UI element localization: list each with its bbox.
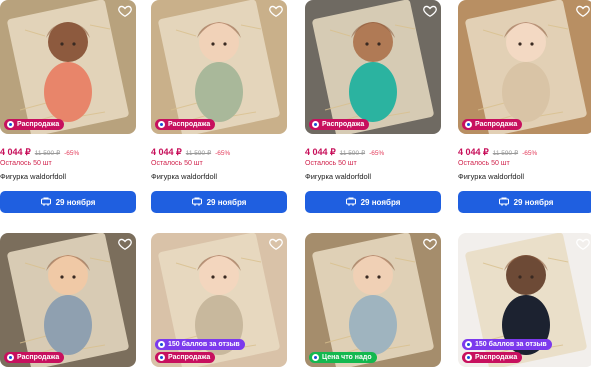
discount: -65% [215, 150, 231, 157]
product-photo[interactable]: 150 баллов за отзыв Распродажа [151, 233, 287, 367]
badge-icon [158, 341, 165, 348]
badge-stack: Цена что надо [309, 352, 377, 363]
product-photo[interactable]: Распродажа [151, 0, 287, 134]
old-price: 11 590 ₽ [34, 150, 61, 157]
discount: -65% [64, 150, 80, 157]
promo-badge: Распродажа [4, 352, 65, 363]
discount: -65% [522, 150, 538, 157]
bag-icon [345, 197, 356, 208]
badge-label: Распродажа [17, 354, 60, 361]
badge-icon [7, 354, 14, 361]
delivery-date-label: 29 ноября [206, 197, 247, 207]
price-row: 4 044 ₽11 590 ₽ -65% [151, 147, 230, 158]
discount: -65% [369, 150, 385, 157]
badge-icon [465, 354, 472, 361]
product-photo[interactable]: Цена что надо [305, 233, 441, 367]
delivery-date-button[interactable]: 29 ноября [458, 191, 591, 213]
product-title[interactable]: Фигурка waldorfdoll [305, 172, 371, 181]
stock-text: Осталось 50 шт [458, 160, 510, 167]
badge-icon [312, 354, 319, 361]
delivery-date-button[interactable]: 29 ноября [151, 191, 287, 213]
badge-stack: Распродажа [4, 119, 65, 130]
price-row: 4 044 ₽11 590 ₽ -65% [305, 147, 384, 158]
badge-stack: Распродажа [155, 119, 216, 130]
old-price: 11 590 ₽ [339, 150, 366, 157]
badge-label: Распродажа [17, 121, 60, 128]
badge-label: 150 баллов за отзыв [475, 341, 547, 348]
bag-icon [40, 197, 51, 208]
badge-icon [312, 121, 319, 128]
heart-icon[interactable] [423, 237, 437, 251]
old-price: 11 590 ₽ [492, 150, 519, 157]
badge-stack: Распродажа [462, 119, 523, 130]
bag-icon [191, 197, 202, 208]
heart-icon[interactable] [576, 4, 590, 18]
badge-stack: Распродажа [309, 119, 370, 130]
product-photo[interactable]: Распродажа [458, 0, 591, 134]
heart-icon[interactable] [269, 4, 283, 18]
current-price: 4 044 ₽ [305, 147, 336, 157]
badge-icon [158, 121, 165, 128]
stock-text: Осталось 50 шт [0, 160, 52, 167]
badge-label: Цена что надо [322, 354, 372, 361]
promo-badge: Распродажа [155, 352, 216, 363]
promo-badge: Распродажа [155, 119, 216, 130]
product-photo[interactable]: Распродажа [0, 233, 136, 367]
promo-badge: Распродажа [309, 119, 370, 130]
heart-icon[interactable] [269, 237, 283, 251]
promo-badge: Распродажа [462, 352, 523, 363]
promo-badge: Распродажа [4, 119, 65, 130]
badge-label: Распродажа [322, 121, 365, 128]
product-title[interactable]: Фигурка waldorfdoll [151, 172, 217, 181]
badge-label: 150 баллов за отзыв [168, 341, 240, 348]
badge-icon [465, 121, 472, 128]
promo-badge: 150 баллов за отзыв [155, 339, 245, 350]
badge-label: Распродажа [475, 121, 518, 128]
stock-text: Осталось 50 шт [305, 160, 357, 167]
promo-badge: 150 баллов за отзыв [462, 339, 552, 350]
heart-icon[interactable] [576, 237, 590, 251]
badge-icon [158, 354, 165, 361]
heart-icon[interactable] [118, 4, 132, 18]
badge-stack: 150 баллов за отзыв Распродажа [462, 339, 552, 363]
delivery-date-button[interactable]: 29 ноября [0, 191, 136, 213]
current-price: 4 044 ₽ [458, 147, 489, 157]
delivery-date-label: 29 ноября [360, 197, 401, 207]
current-price: 4 044 ₽ [0, 147, 31, 157]
old-price: 11 590 ₽ [185, 150, 212, 157]
bag-icon [498, 197, 509, 208]
current-price: 4 044 ₽ [151, 147, 182, 157]
stock-text: Осталось 50 шт [151, 160, 203, 167]
product-photo[interactable]: Распродажа [305, 0, 441, 134]
badge-stack: 150 баллов за отзыв Распродажа [155, 339, 245, 363]
badge-label: Распродажа [475, 354, 518, 361]
badge-label: Распродажа [168, 121, 211, 128]
product-title[interactable]: Фигурка waldorfdoll [458, 172, 524, 181]
heart-icon[interactable] [423, 4, 437, 18]
badge-stack: Распродажа [4, 352, 65, 363]
promo-badge: Распродажа [462, 119, 523, 130]
delivery-date-label: 29 ноября [513, 197, 554, 207]
price-row: 4 044 ₽11 590 ₽ -65% [0, 147, 79, 158]
delivery-date-label: 29 ноября [55, 197, 96, 207]
product-photo[interactable]: 150 баллов за отзыв Распродажа [458, 233, 591, 367]
promo-badge: Цена что надо [309, 352, 377, 363]
badge-label: Распродажа [168, 354, 211, 361]
delivery-date-button[interactable]: 29 ноября [305, 191, 441, 213]
product-title[interactable]: Фигурка waldorfdoll [0, 172, 66, 181]
badge-icon [465, 341, 472, 348]
heart-icon[interactable] [118, 237, 132, 251]
price-row: 4 044 ₽11 590 ₽ -65% [458, 147, 537, 158]
badge-icon [7, 121, 14, 128]
product-photo[interactable]: Распродажа [0, 0, 136, 134]
